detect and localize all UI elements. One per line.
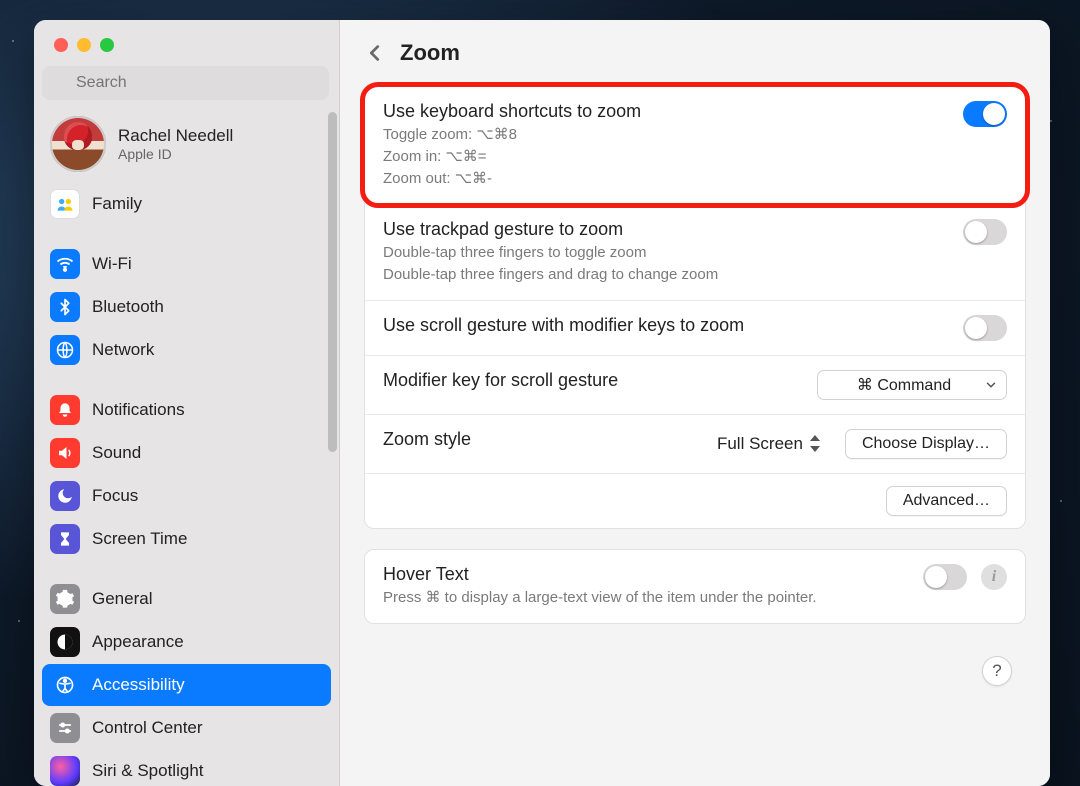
row-scroll-gesture: Use scroll gesture with modifier keys to… xyxy=(365,300,1025,355)
row-sub: Press ⌘ to display a large-text view of … xyxy=(383,587,905,609)
search-input[interactable] xyxy=(42,66,329,100)
toggle-keyboard-shortcuts[interactable] xyxy=(963,101,1007,127)
row-title: Use scroll gesture with modifier keys to… xyxy=(383,315,945,336)
sidebar-item-sound[interactable]: Sound xyxy=(42,432,331,474)
row-zoom-style: Zoom style Full Screen Choose Display… xyxy=(365,414,1025,473)
sidebar-item-label: Appearance xyxy=(92,632,184,652)
modifier-key-select[interactable]: ⌘ Command xyxy=(817,370,1007,400)
content: Use keyboard shortcuts to zoom Toggle zo… xyxy=(340,84,1050,644)
globe-icon xyxy=(50,335,80,365)
moon-icon xyxy=(50,481,80,511)
sidebar-item-focus[interactable]: Focus xyxy=(42,475,331,517)
hourglass-icon xyxy=(50,524,80,554)
sidebar-item-label: Control Center xyxy=(92,718,203,738)
sidebar-item-general[interactable]: General xyxy=(42,578,331,620)
account-item[interactable]: Rachel Needell Apple ID xyxy=(42,110,331,182)
row-modifier-key: Modifier key for scroll gesture ⌘ Comman… xyxy=(365,355,1025,414)
row-title: Use keyboard shortcuts to zoom xyxy=(383,101,945,122)
speaker-icon xyxy=(50,438,80,468)
chevron-down-icon xyxy=(984,378,998,392)
sidebar: Rachel Needell Apple ID Family Wi-Fi xyxy=(34,20,340,786)
sidebar-item-family[interactable]: Family xyxy=(42,183,331,225)
help-button[interactable]: ? xyxy=(982,656,1012,686)
account-name: Rachel Needell xyxy=(118,126,233,146)
sidebar-item-appearance[interactable]: Appearance xyxy=(42,621,331,663)
sliders-icon xyxy=(50,713,80,743)
siri-icon xyxy=(50,756,80,786)
row-sub: Double-tap three fingers to toggle zoom … xyxy=(383,242,945,286)
row-hover-text: Hover Text Press ⌘ to display a large-te… xyxy=(365,550,1025,623)
sidebar-scroll: Rachel Needell Apple ID Family Wi-Fi xyxy=(34,110,339,786)
sidebar-item-bluetooth[interactable]: Bluetooth xyxy=(42,286,331,328)
sidebar-item-accessibility[interactable]: Accessibility xyxy=(42,664,331,706)
row-title: Hover Text xyxy=(383,564,905,585)
window-controls xyxy=(34,34,339,66)
account-sub: Apple ID xyxy=(118,146,233,162)
back-button[interactable] xyxy=(364,42,386,64)
sidebar-item-label: Bluetooth xyxy=(92,297,164,317)
bell-icon xyxy=(50,395,80,425)
scrollbar-thumb[interactable] xyxy=(328,112,337,452)
main-pane: Zoom Use keyboard shortcuts to zoom Togg… xyxy=(340,20,1050,786)
highlight-annotation: Use keyboard shortcuts to zoom Toggle zo… xyxy=(360,82,1030,208)
search-wrap xyxy=(34,66,339,110)
sidebar-item-label: Family xyxy=(92,194,142,214)
sidebar-item-label: Screen Time xyxy=(92,529,187,549)
toggle-hover-text[interactable] xyxy=(923,564,967,590)
hover-panel: Hover Text Press ⌘ to display a large-te… xyxy=(364,549,1026,624)
minimize-window-button[interactable] xyxy=(77,38,91,52)
sidebar-item-control-center[interactable]: Control Center xyxy=(42,707,331,749)
sidebar-item-label: Accessibility xyxy=(92,675,185,695)
choose-display-button[interactable]: Choose Display… xyxy=(845,429,1007,459)
row-advanced: Advanced… xyxy=(365,473,1025,528)
advanced-button[interactable]: Advanced… xyxy=(886,486,1007,516)
sidebar-item-label: General xyxy=(92,589,152,609)
sidebar-item-notifications[interactable]: Notifications xyxy=(42,389,331,431)
family-icon xyxy=(50,189,80,219)
header: Zoom xyxy=(340,20,1050,84)
sidebar-item-wifi[interactable]: Wi-Fi xyxy=(42,243,331,285)
sidebar-item-screen-time[interactable]: Screen Time xyxy=(42,518,331,560)
accessibility-icon xyxy=(50,670,80,700)
row-keyboard-shortcuts: Use keyboard shortcuts to zoom Toggle zo… xyxy=(365,87,1025,203)
sidebar-item-network[interactable]: Network xyxy=(42,329,331,371)
chevron-updown-icon xyxy=(809,435,823,452)
sidebar-item-label: Sound xyxy=(92,443,141,463)
page-title: Zoom xyxy=(400,40,460,66)
sidebar-item-siri[interactable]: Siri & Spotlight xyxy=(42,750,331,786)
toggle-scroll-gesture[interactable] xyxy=(963,315,1007,341)
row-sub: Toggle zoom: ⌥⌘8 Zoom in: ⌥⌘= Zoom out: … xyxy=(383,124,945,189)
select-value: Full Screen xyxy=(717,434,803,454)
appearance-icon xyxy=(50,627,80,657)
avatar xyxy=(50,116,106,172)
zoom-panel: Use keyboard shortcuts to zoom Toggle zo… xyxy=(364,84,1026,529)
row-title: Zoom style xyxy=(383,429,691,450)
row-title: Use trackpad gesture to zoom xyxy=(383,219,945,240)
info-button[interactable]: i xyxy=(981,564,1007,590)
fullscreen-window-button[interactable] xyxy=(100,38,114,52)
bluetooth-icon xyxy=(50,292,80,322)
close-window-button[interactable] xyxy=(54,38,68,52)
zoom-style-select[interactable]: Full Screen xyxy=(709,430,831,458)
sidebar-item-label: Focus xyxy=(92,486,138,506)
select-value: ⌘ Command xyxy=(857,375,951,395)
wifi-icon xyxy=(50,249,80,279)
sidebar-item-label: Notifications xyxy=(92,400,185,420)
sidebar-item-label: Wi-Fi xyxy=(92,254,132,274)
gear-icon xyxy=(50,584,80,614)
row-trackpad-gesture: Use trackpad gesture to zoom Double-tap … xyxy=(365,205,1025,300)
row-title: Modifier key for scroll gesture xyxy=(383,370,799,391)
sidebar-item-label: Siri & Spotlight xyxy=(92,761,204,781)
settings-window: Rachel Needell Apple ID Family Wi-Fi xyxy=(34,20,1050,786)
scrollbar[interactable] xyxy=(325,110,339,510)
toggle-trackpad-gesture[interactable] xyxy=(963,219,1007,245)
sidebar-item-label: Network xyxy=(92,340,154,360)
